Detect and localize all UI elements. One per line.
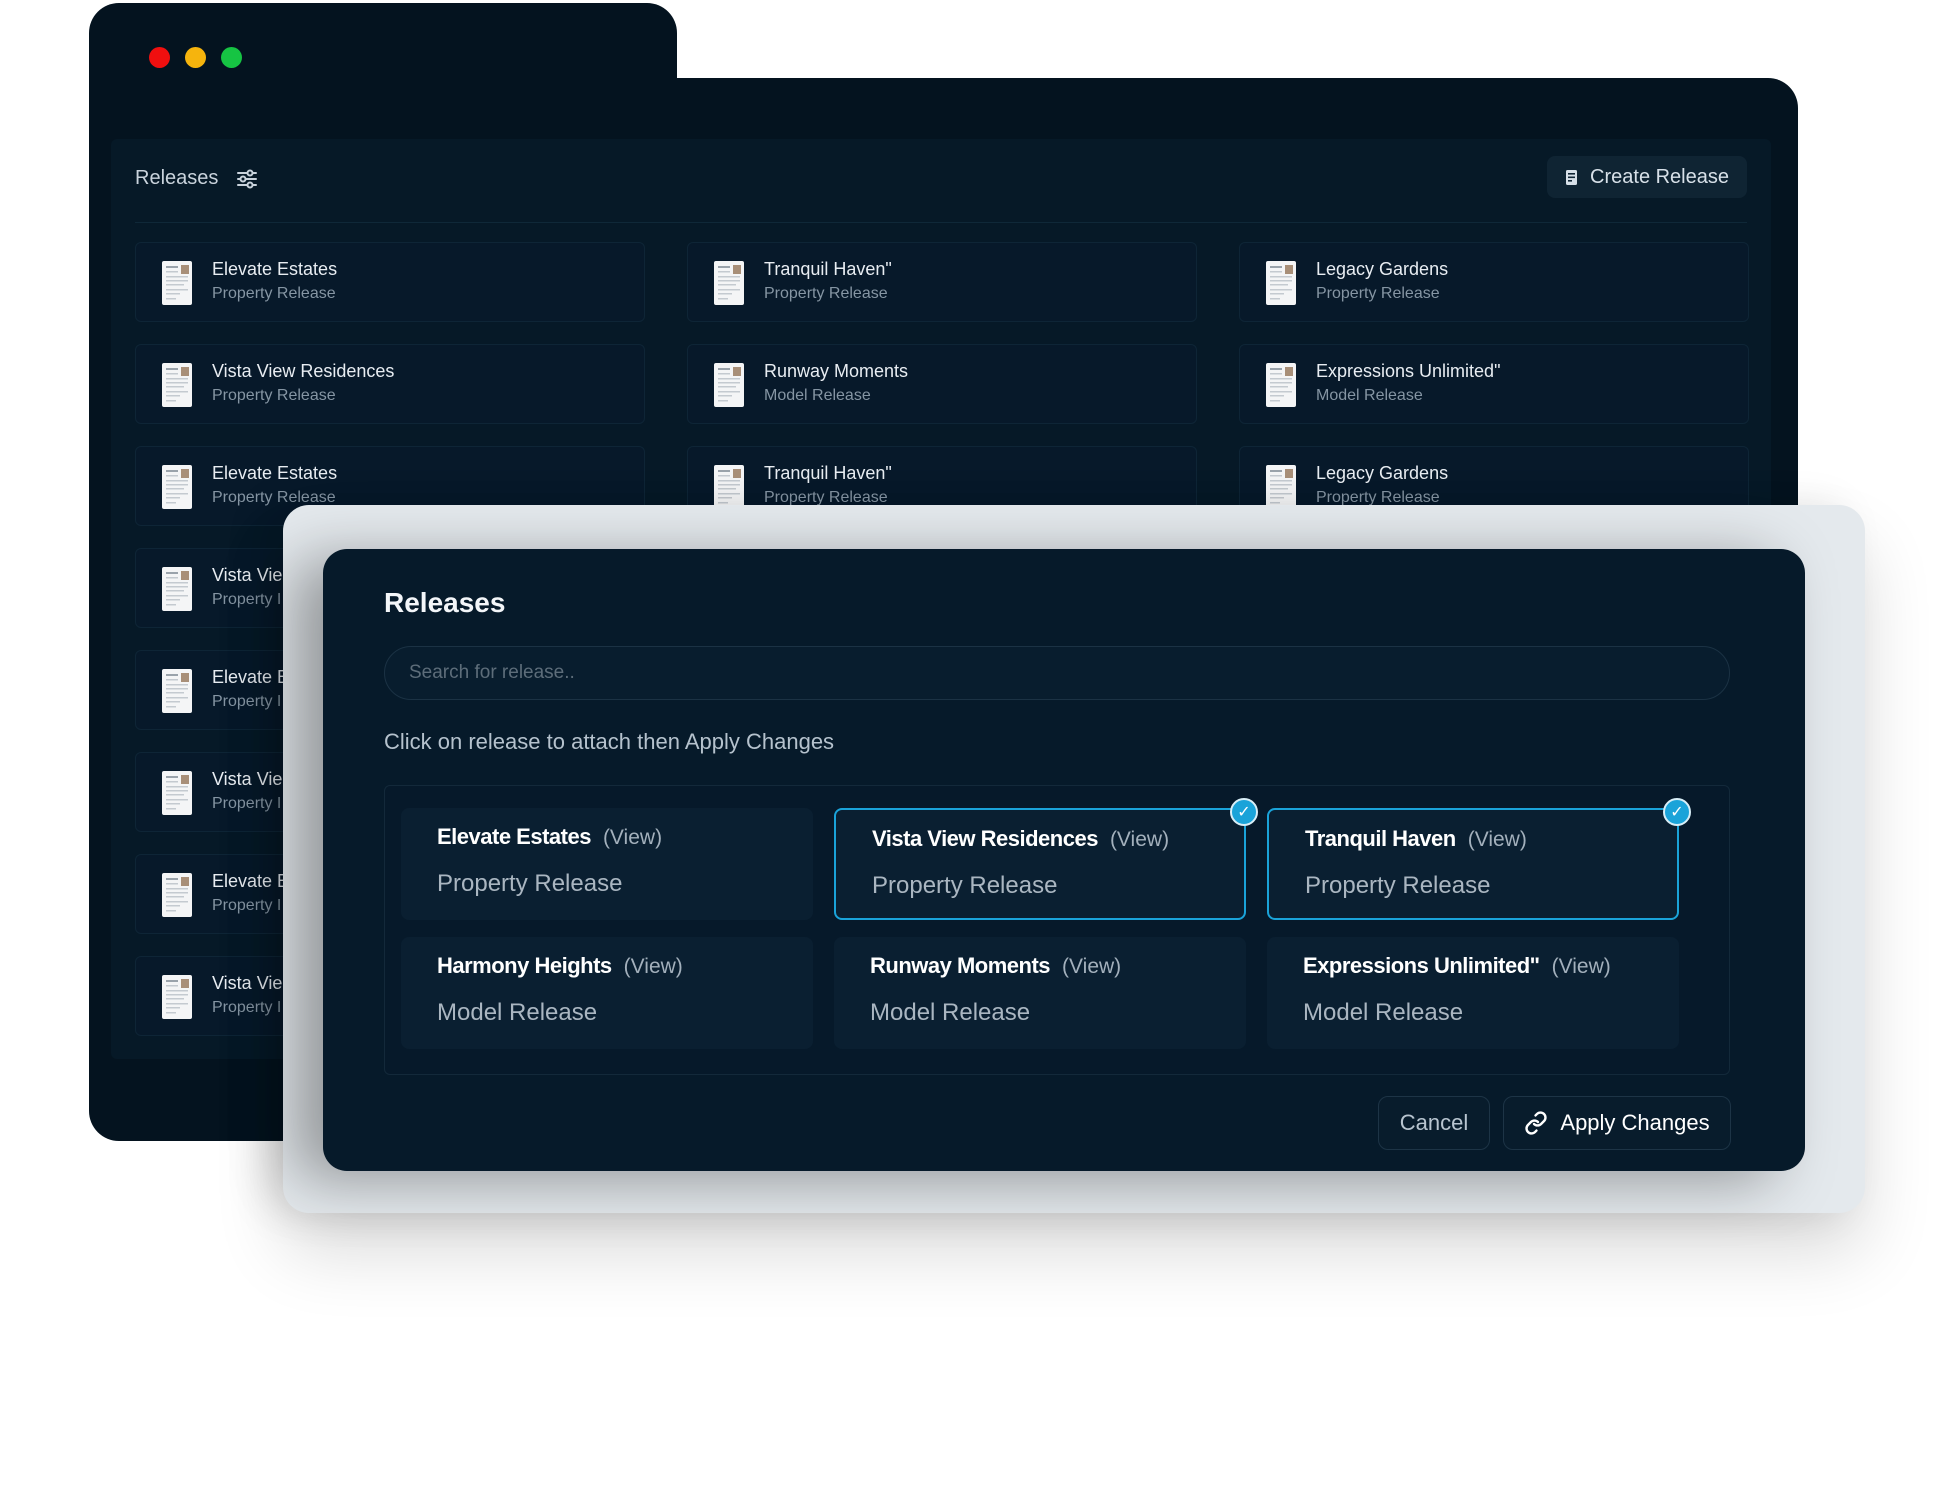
release-card-name: Tranquil Haven" (764, 259, 892, 279)
release-card-name: Elevate Estates (212, 463, 338, 483)
view-release-link[interactable]: (View) (1110, 828, 1169, 852)
release-card-name: Legacy Gardens (1316, 259, 1449, 279)
document-thumbnail-icon (714, 465, 744, 509)
panel-divider (135, 222, 1747, 223)
release-card-name: Tranquil Haven" (764, 463, 892, 483)
document-thumbnail-icon (162, 567, 192, 611)
release-card-type: Property I (212, 795, 282, 812)
release-card-name: Expressions Unlimited" (1316, 361, 1501, 381)
release-option-name: Elevate Estates (437, 824, 591, 849)
release-card[interactable]: Elevate Estates Property Release (135, 242, 645, 322)
release-option-type: Property Release (872, 872, 1058, 899)
release-option[interactable]: Harmony Heights (View) Model Release (401, 937, 813, 1049)
view-release-link[interactable]: (View) (603, 826, 662, 850)
release-card-type: Property Release (764, 285, 888, 302)
release-option-name: Tranquil Haven (1305, 826, 1456, 851)
document-thumbnail-icon (1266, 465, 1296, 509)
view-release-link[interactable]: (View) (1062, 955, 1121, 979)
release-card-type: Model Release (764, 387, 871, 404)
release-card[interactable]: Tranquil Haven" Property Release (687, 242, 1197, 322)
release-card-type: Property I (212, 999, 282, 1016)
release-card[interactable]: Expressions Unlimited" Model Release (1239, 344, 1749, 424)
release-option[interactable]: Tranquil Haven (View) Property Release ✓ (1267, 798, 1691, 920)
release-card-name: Vista Vie (212, 973, 283, 993)
apply-changes-label: Apply Changes (1560, 1110, 1710, 1135)
panel-header: Releases (135, 167, 258, 190)
traffic-lights (149, 47, 242, 68)
link-icon (1525, 1111, 1548, 1135)
release-option-name: Harmony Heights (437, 953, 612, 978)
attach-releases-modal: Releases Click on release to attach then… (323, 549, 1805, 1171)
cancel-button[interactable]: Cancel (1378, 1096, 1490, 1150)
release-card-name: Elevate E (212, 871, 290, 891)
release-card-type: Property I (212, 693, 282, 710)
minimize-window-button[interactable] (185, 47, 206, 68)
release-option-name: Expressions Unlimited" (1303, 953, 1540, 978)
create-release-button[interactable]: Create Release (1547, 156, 1747, 198)
instruction-text: Click on release to attach then Apply Ch… (384, 729, 835, 754)
release-card[interactable]: Legacy Gardens Property Release (1239, 242, 1749, 322)
document-thumbnail-icon (714, 261, 744, 305)
release-option-header: Harmony Heights (View) (437, 953, 683, 979)
maximize-window-button[interactable] (221, 47, 242, 68)
view-release-link[interactable]: (View) (1552, 955, 1611, 979)
document-thumbnail-icon (162, 261, 192, 305)
document-thumbnail-icon (1266, 363, 1296, 407)
release-card-name: Vista View Residences (212, 361, 395, 381)
release-card-type: Property Release (212, 387, 336, 404)
release-option-type: Model Release (870, 999, 1031, 1026)
document-thumbnail-icon (162, 363, 192, 407)
release-option-name: Runway Moments (870, 953, 1051, 978)
release-option-header: Expressions Unlimited" (View) (1303, 953, 1611, 979)
release-option-header: Tranquil Haven (View) (1305, 826, 1527, 852)
release-card-name: Elevate E (212, 667, 290, 687)
release-card-name: Elevate Estates (212, 259, 338, 279)
release-card[interactable]: Runway Moments Model Release (687, 344, 1197, 424)
release-options: Elevate Estates (View) Property Release Vis… (384, 785, 1730, 1075)
release-option[interactable]: Runway Moments (View) Model Release (834, 937, 1246, 1049)
release-option[interactable]: Vista View Residences (View) Property Rele… (834, 798, 1258, 920)
release-option-type: Model Release (437, 999, 598, 1026)
release-option-name: Vista View Residences (872, 826, 1098, 851)
panel-title: Releases (135, 167, 219, 189)
document-thumbnail-icon (1266, 261, 1296, 305)
release-card-type: Property Release (212, 285, 336, 302)
release-option-header: Vista View Residences (View) (872, 826, 1169, 852)
release-card-type: Property I (212, 591, 282, 608)
view-release-link[interactable]: (View) (624, 955, 683, 979)
create-release-label: Create Release (1590, 165, 1729, 188)
selected-check-icon: ✓ (1230, 798, 1258, 826)
release-option-header: Elevate Estates (View) (437, 824, 662, 850)
release-card-type: Property I (212, 897, 282, 914)
window-notch (677, 6, 717, 78)
document-thumbnail-icon (162, 669, 192, 713)
document-thumbnail-icon (162, 465, 192, 509)
release-card-name: Legacy Gardens (1316, 463, 1449, 483)
modal-title: Releases (384, 587, 506, 618)
document-icon (1566, 169, 1578, 185)
document-thumbnail-icon (162, 975, 192, 1019)
sliders-icon[interactable] (236, 169, 258, 189)
release-option-type: Property Release (1305, 872, 1491, 899)
close-window-button[interactable] (149, 47, 170, 68)
selected-check-icon: ✓ (1663, 798, 1691, 826)
document-thumbnail-icon (162, 873, 192, 917)
search-input[interactable] (384, 646, 1730, 700)
document-thumbnail-icon (714, 363, 744, 407)
release-option-type: Model Release (1303, 999, 1464, 1026)
release-option[interactable]: Expressions Unlimited" (View) Model Releas… (1267, 937, 1679, 1049)
release-card-type: Property Release (1316, 285, 1440, 302)
apply-changes-button[interactable]: Apply Changes (1503, 1096, 1731, 1150)
document-thumbnail-icon (162, 771, 192, 815)
release-option-header: Runway Moments (View) (870, 953, 1121, 979)
release-card-type: Model Release (1316, 387, 1423, 404)
release-card-name: Vista Vie (212, 565, 283, 585)
release-card[interactable]: Vista View Residences Property Release (135, 344, 645, 424)
release-option[interactable]: Elevate Estates (View) Property Release (401, 808, 813, 920)
release-card-name: Vista Vie (212, 769, 283, 789)
release-card-name: Runway Moments (764, 361, 909, 381)
view-release-link[interactable]: (View) (1468, 828, 1527, 852)
release-option-type: Property Release (437, 870, 623, 897)
